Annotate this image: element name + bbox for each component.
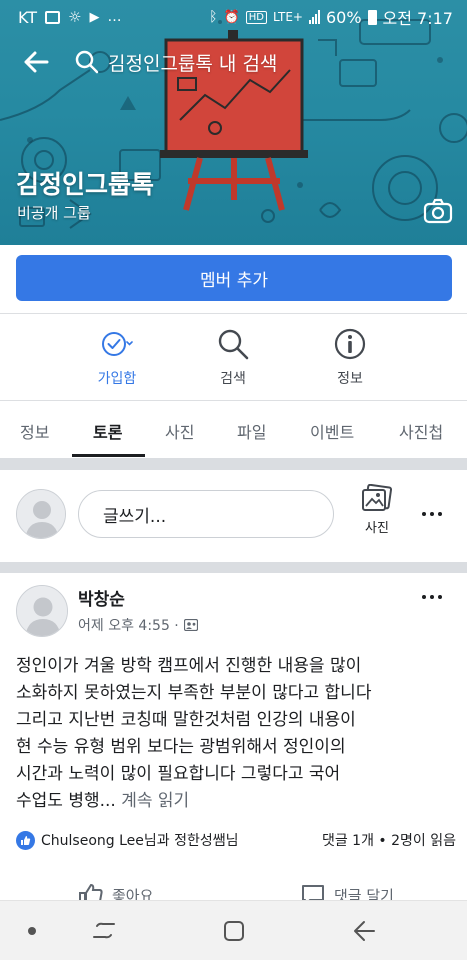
add-photo-button[interactable]: 사진 <box>354 484 400 536</box>
group-cover-photo[interactable]: KT ☼ ▶ … ᛒ ⏰ HD LTE+ 60% 오전 7:17 김정인그룹톡 … <box>0 0 467 245</box>
post-timestamp[interactable]: 어제 오후 4:55 · <box>78 615 179 635</box>
gallery-notification-icon <box>45 10 61 24</box>
carrier-label: KT <box>18 7 38 27</box>
signal-icon <box>308 10 320 24</box>
search-icon <box>75 50 99 74</box>
group-audience-icon <box>183 619 198 631</box>
group-tabs: 정보 토론 사진 파일 이벤트 사진첩 <box>0 404 467 458</box>
back-arrow-icon <box>354 921 375 941</box>
author-avatar[interactable] <box>16 585 68 637</box>
composer-more-button[interactable] <box>417 504 447 524</box>
default-avatar-icon <box>17 490 65 538</box>
default-avatar-icon <box>17 586 67 636</box>
clock: 오전 7:17 <box>382 9 453 28</box>
bluetooth-icon: ᛒ <box>209 9 218 25</box>
post-meta: 어제 오후 4:55 · <box>78 615 198 635</box>
post-body[interactable]: 정인이가 겨울 방학 캠프에서 진행한 내용을 많이 소화하지 못하였는지 부족… <box>16 653 456 815</box>
info-button[interactable]: 정보 <box>305 326 395 388</box>
post-author[interactable]: 박창순 <box>78 585 125 610</box>
see-more-link[interactable]: 계속 읽기 <box>121 791 189 811</box>
camera-icon[interactable] <box>423 197 453 225</box>
tab-discussion[interactable]: 토론 <box>93 404 122 458</box>
back-arrow-icon <box>24 51 49 73</box>
post-more-button[interactable] <box>417 587 447 607</box>
avatar[interactable] <box>16 489 66 539</box>
post-text-line: 그리고 지난번 코칭때 말한것처럼 인강의 내용이 <box>16 710 356 730</box>
alarm-icon: ⏰ <box>223 9 240 25</box>
tab-photos[interactable]: 사진 <box>165 404 194 458</box>
home-icon <box>224 921 244 941</box>
divider <box>0 400 467 401</box>
post-text-line: 현 수능 유형 범위 보다는 광범위해서 정인이의 <box>16 737 346 757</box>
post-text-line: 수업도 병행... <box>16 791 116 811</box>
photo-label: 사진 <box>365 521 389 536</box>
nav-dot-icon <box>28 927 36 935</box>
like-reaction-icon <box>16 830 35 850</box>
recent-apps-button[interactable] <box>74 901 134 960</box>
active-tab-indicator <box>72 454 145 457</box>
check-circle-icon <box>102 332 133 356</box>
group-actions: 가입함 검색 정보 <box>0 326 467 392</box>
tab-about[interactable]: 정보 <box>20 404 49 458</box>
write-post-input[interactable]: 글쓰기... <box>78 490 334 538</box>
comment-seen-counts[interactable]: 댓글 1개 • 2명이 읽음 <box>322 830 456 850</box>
search-label: 검색 <box>220 371 246 387</box>
play-notification-icon: ▶ <box>89 9 100 25</box>
back-button[interactable] <box>18 44 54 80</box>
more-notifications-icon: … <box>107 9 122 25</box>
nav-dot-button[interactable] <box>2 901 62 960</box>
add-member-button[interactable]: 멤버 추가 <box>16 255 452 301</box>
divider <box>0 313 467 314</box>
hd-icon: HD <box>245 10 267 24</box>
group-search-bar[interactable]: 김정인그룹톡 내 검색 <box>0 42 467 82</box>
post-composer: 글쓰기... 사진 <box>0 470 467 562</box>
post-text-line-last: 수업도 병행... 계속 읽기 <box>16 788 456 815</box>
post-text-line: 소화하지 못하였는지 부족한 부분이 많다고 합니다 <box>16 683 372 703</box>
joined-button[interactable]: 가입함 <box>72 326 162 388</box>
tab-files[interactable]: 파일 <box>237 404 266 458</box>
search-icon <box>218 329 249 360</box>
group-title: 김정인그룹톡 <box>16 170 155 199</box>
reaction-summary[interactable]: Chulseong Lee님과 정한성쌤님 댓글 1개 • 2명이 읽음 <box>16 830 456 850</box>
brightness-icon: ☼ <box>68 8 82 26</box>
info-label: 정보 <box>337 371 363 387</box>
battery-icon <box>367 9 377 25</box>
info-icon <box>334 328 366 360</box>
tab-albums[interactable]: 사진첩 <box>399 404 443 458</box>
system-navigation-bar <box>0 900 467 960</box>
tab-events[interactable]: 이벤트 <box>310 404 354 458</box>
feed-post: 박창순 어제 오후 4:55 · 정인이가 겨울 방학 캠프에서 진행한 내용을… <box>0 573 467 903</box>
more-options-icon <box>422 595 442 599</box>
home-button[interactable] <box>204 901 264 960</box>
post-text-line: 시간과 노력이 많이 필요합니다 그렇다고 국어 <box>16 764 341 784</box>
status-bar: KT ☼ ▶ … ᛒ ⏰ HD LTE+ 60% 오전 7:17 <box>0 0 467 34</box>
recent-apps-icon <box>93 922 115 939</box>
battery-percent: 60% <box>325 7 362 27</box>
likers-text[interactable]: Chulseong Lee님과 정한성쌤님 <box>41 830 238 850</box>
network-type-label: LTE+ <box>272 10 303 24</box>
group-privacy-label: 비공개 그룹 <box>17 204 91 222</box>
section-separator <box>0 562 467 573</box>
post-action-bar: 좋아요 댓글 달기 <box>0 871 467 903</box>
more-options-icon <box>422 512 442 516</box>
back-nav-button[interactable] <box>334 901 394 960</box>
search-placeholder[interactable]: 김정인그룹톡 내 검색 <box>108 49 277 76</box>
section-separator <box>0 458 467 470</box>
photo-icon <box>362 484 393 511</box>
joined-label: 가입함 <box>97 371 137 387</box>
post-text-line: 정인이가 겨울 방학 캠프에서 진행한 내용을 많이 <box>16 656 362 676</box>
search-button[interactable]: 검색 <box>188 326 278 388</box>
